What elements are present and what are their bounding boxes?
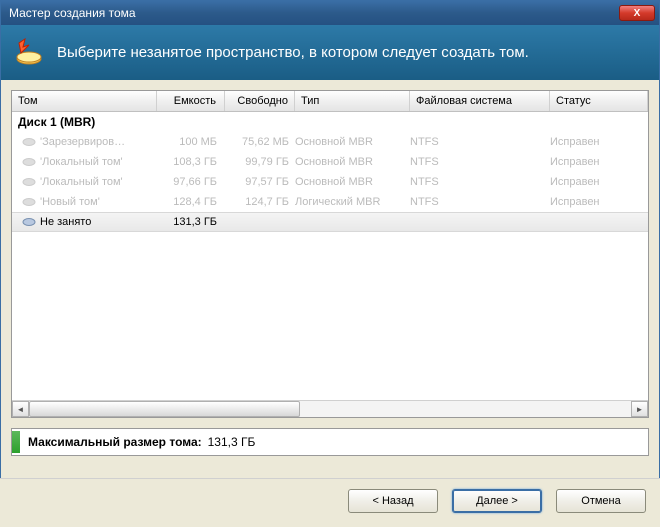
row-capacity: 97,66 ГБ <box>157 176 225 188</box>
header-filesystem[interactable]: Файловая система <box>410 91 550 111</box>
wizard-banner: Выберите незанятое пространство, в котор… <box>1 25 659 80</box>
max-size-label: Максимальный размер тома: <box>28 435 202 449</box>
close-icon: X <box>634 8 641 19</box>
wizard-footer: < Назад Далее > Отмена <box>0 478 660 527</box>
row-filesystem: NTFS <box>410 196 550 208</box>
row-free: 124,7 ГБ <box>225 196 295 208</box>
volume-wizard-icon <box>13 37 45 69</box>
disk-group-header: Диск 1 (MBR) <box>12 112 648 132</box>
header-type[interactable]: Тип <box>295 91 410 111</box>
size-indicator-icon <box>12 431 20 453</box>
row-filesystem: NTFS <box>410 176 550 188</box>
volume-icon <box>22 217 36 227</box>
scroll-left-button[interactable]: ◄ <box>12 401 29 417</box>
row-free: 75,62 МБ <box>225 136 295 148</box>
row-filesystem: NTFS <box>410 156 550 168</box>
header-tom[interactable]: Том <box>12 91 157 111</box>
cancel-button[interactable]: Отмена <box>556 489 646 513</box>
row-capacity: 100 МБ <box>157 136 225 148</box>
header-free[interactable]: Свободно <box>225 91 295 111</box>
header-capacity[interactable]: Емкость <box>157 91 225 111</box>
close-button[interactable]: X <box>619 5 655 21</box>
table-row[interactable]: 'Локальный том' 97,66 ГБ97,57 ГБОсновной … <box>12 172 648 192</box>
scroll-thumb[interactable] <box>29 401 300 417</box>
title-bar: Мастер создания тома X <box>1 1 659 25</box>
row-capacity: 131,3 ГБ <box>157 216 225 228</box>
table-row[interactable]: Не занято 131,3 ГБ <box>12 212 648 232</box>
row-name: 'Локальный том' <box>40 176 123 188</box>
back-button[interactable]: < Назад <box>348 489 438 513</box>
row-name: 'Локальный том' <box>40 156 123 168</box>
table-header: Том Емкость Свободно Тип Файловая систем… <box>12 91 648 112</box>
volume-table: Том Емкость Свободно Тип Файловая систем… <box>11 90 649 418</box>
row-capacity: 128,4 ГБ <box>157 196 225 208</box>
row-free: 97,57 ГБ <box>225 176 295 188</box>
horizontal-scrollbar[interactable]: ◄ ► <box>12 400 648 417</box>
row-type: Логический MBR <box>295 196 410 208</box>
table-body: Диск 1 (MBR) 'Зарезервиров… 100 МБ75,62 М… <box>12 112 648 400</box>
row-status: Исправен <box>550 196 648 208</box>
header-status[interactable]: Статус <box>550 91 648 111</box>
window-title: Мастер создания тома <box>9 6 136 20</box>
scroll-right-button[interactable]: ► <box>631 401 648 417</box>
row-name: 'Новый том' <box>40 196 100 208</box>
row-status: Исправен <box>550 156 648 168</box>
row-free: 99,79 ГБ <box>225 156 295 168</box>
row-type: Основной MBR <box>295 136 410 148</box>
row-name: Не занято <box>40 216 91 228</box>
content-area: Том Емкость Свободно Тип Файловая систем… <box>1 80 659 466</box>
banner-text: Выберите незанятое пространство, в котор… <box>57 44 529 61</box>
volume-icon <box>22 177 36 187</box>
next-button[interactable]: Далее > <box>452 489 542 513</box>
row-status: Исправен <box>550 176 648 188</box>
row-type: Основной MBR <box>295 156 410 168</box>
row-name: 'Зарезервиров… <box>40 136 125 148</box>
volume-icon <box>22 157 36 167</box>
volume-icon <box>22 197 36 207</box>
table-row[interactable]: 'Новый том' 128,4 ГБ124,7 ГБЛогический MB… <box>12 192 648 212</box>
row-type: Основной MBR <box>295 176 410 188</box>
max-size-panel: Максимальный размер тома: 131,3 ГБ <box>11 428 649 456</box>
table-row[interactable]: 'Локальный том' 108,3 ГБ99,79 ГБОсновной … <box>12 152 648 172</box>
row-capacity: 108,3 ГБ <box>157 156 225 168</box>
table-row[interactable]: 'Зарезервиров… 100 МБ75,62 МБОсновной MBR… <box>12 132 648 152</box>
volume-icon <box>22 137 36 147</box>
row-status: Исправен <box>550 136 648 148</box>
row-filesystem: NTFS <box>410 136 550 148</box>
max-size-value: 131,3 ГБ <box>208 435 256 449</box>
scroll-track[interactable] <box>29 401 631 417</box>
